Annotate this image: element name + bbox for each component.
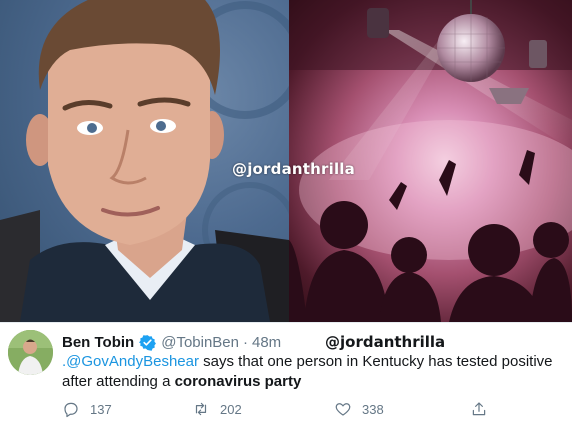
tweet-watermark: @jordanthrilla — [325, 333, 446, 351]
retweet-button[interactable]: 202 — [192, 399, 242, 419]
tweet-text: .@GovAndyBeshear says that one person in… — [62, 352, 567, 392]
like-icon — [335, 403, 351, 416]
avatar-image — [8, 330, 53, 375]
reply-button[interactable]: 137 — [62, 399, 112, 419]
retweet-icon — [195, 402, 207, 416]
tweet-timestamp[interactable]: 48m — [252, 334, 281, 351]
like-count: 338 — [362, 401, 384, 417]
tweet-media[interactable]: @jordanthrilla — [0, 0, 572, 322]
mention-link[interactable]: .@GovAndyBeshear — [62, 353, 199, 370]
author-handle[interactable]: @TobinBen — [161, 334, 239, 351]
author-display-name[interactable]: Ben Tobin — [62, 334, 134, 351]
share-icon — [472, 402, 486, 416]
share-button[interactable] — [470, 399, 498, 419]
verified-badge-icon — [139, 334, 157, 351]
retweet-count: 202 — [220, 401, 242, 417]
avatar[interactable] — [8, 330, 53, 375]
tweet-text-bold: coronavirus party — [174, 373, 302, 390]
tweet-header: Ben Tobin @TobinBen · 48m — [62, 332, 281, 352]
reply-count: 137 — [90, 401, 112, 417]
reply-icon — [64, 402, 78, 418]
photo-watermark: @jordanthrilla — [232, 160, 355, 178]
like-button[interactable]: 338 — [334, 399, 384, 419]
header-separator: · — [243, 333, 248, 351]
tweet-actions: 137 202 338 — [62, 399, 502, 419]
